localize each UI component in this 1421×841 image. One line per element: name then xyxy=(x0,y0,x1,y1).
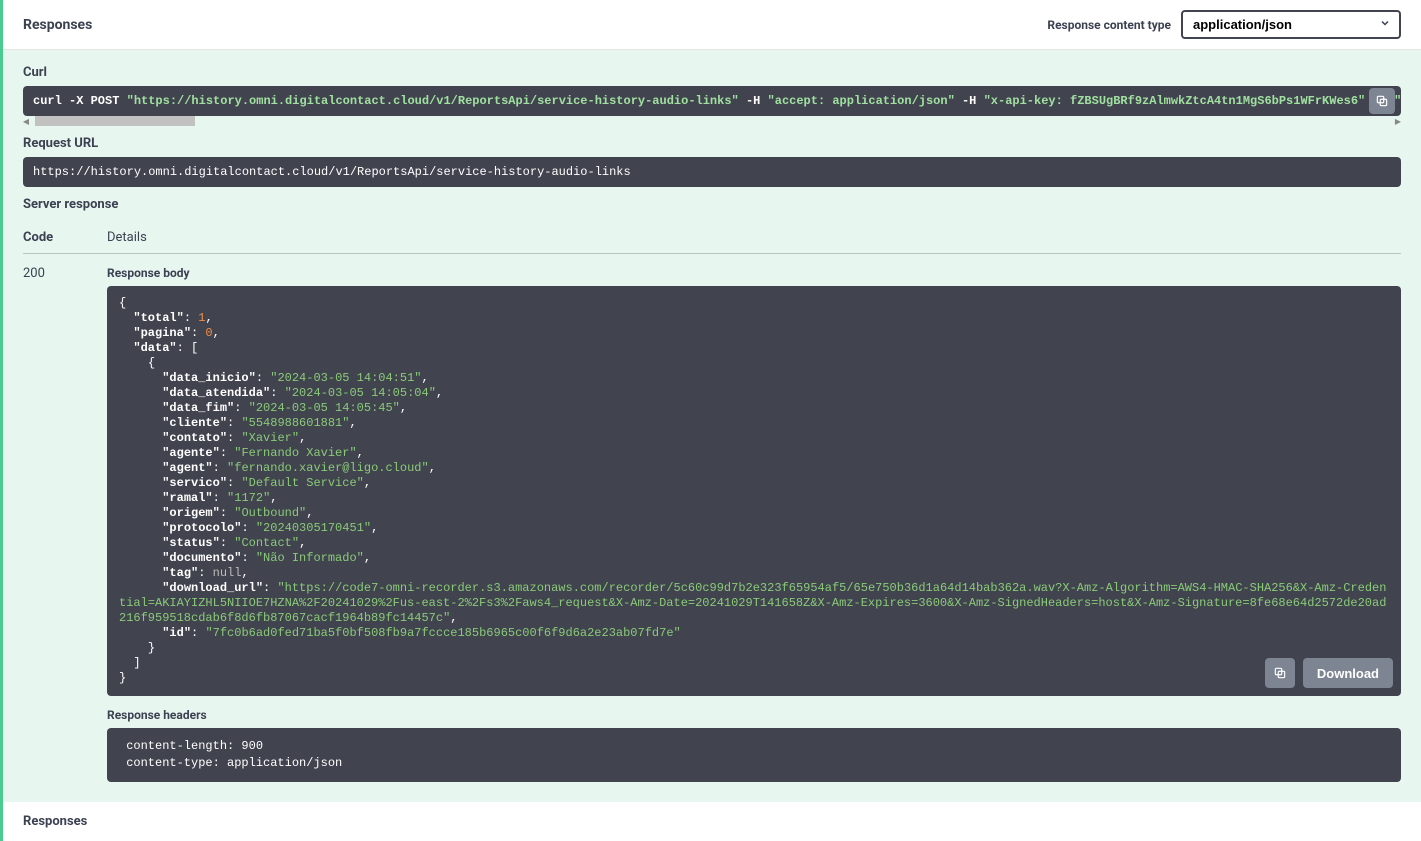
copy-curl-button[interactable] xyxy=(1369,88,1395,114)
curl-flag: -H xyxy=(746,94,760,108)
response-headers: content-length: 900 content-type: applic… xyxy=(107,728,1401,782)
curl-header: "x-api-key: fZBSUgBRf9zAlmwkZtcA4tn1MgS6… xyxy=(984,94,1366,108)
curl-header: "Authorization: xyxy=(1394,94,1401,108)
clipboard-icon xyxy=(1375,94,1389,108)
curl-prefix: curl -X POST xyxy=(33,94,119,108)
header-line: content-type: application/json xyxy=(119,756,349,770)
copy-response-button[interactable] xyxy=(1265,658,1295,688)
scrollbar-thumb[interactable] xyxy=(35,116,195,126)
request-url-value: https://history.omni.digitalcontact.clou… xyxy=(23,157,1401,187)
response-body-actions: Download xyxy=(1265,658,1393,688)
json-value: Default Service xyxy=(249,476,357,490)
curl-flag: -H xyxy=(962,94,976,108)
json-value: null xyxy=(213,566,242,580)
content-type-label: Response content type xyxy=(1047,18,1171,32)
code-column-header: Code xyxy=(23,230,107,245)
json-value: https://code7-omni-recorder.s3.amazonaws… xyxy=(119,581,1386,625)
json-value: Contact xyxy=(241,536,291,550)
responses-title: Responses xyxy=(23,17,92,33)
content-type-select[interactable]: application/json xyxy=(1181,10,1401,39)
curl-scrollbar[interactable]: ◀ ▶ xyxy=(23,116,1401,126)
json-value: 0 xyxy=(205,326,212,340)
json-value: 5548988601881 xyxy=(249,416,343,430)
scroll-right-icon: ▶ xyxy=(1393,116,1403,126)
response-headers-label: Response headers xyxy=(107,708,1401,722)
request-url-label: Request URL xyxy=(23,136,1401,151)
json-value: Outbound xyxy=(241,506,299,520)
server-response-label: Server response xyxy=(23,197,1401,212)
json-value: 20240305170451 xyxy=(263,521,364,535)
json-value: 2024-03-05 14:05:04 xyxy=(292,386,429,400)
response-details: Response body { "total": 1, "pagina": 0,… xyxy=(107,266,1401,782)
response-body-label: Response body xyxy=(107,266,1401,280)
json-value: 2024-03-05 14:05:45 xyxy=(256,401,393,415)
curl-url: "https://history.omni.digitalcontact.clo… xyxy=(127,94,739,108)
json-value: fernando.xavier@ligo.cloud xyxy=(234,461,421,475)
header-line: content-length: 900 xyxy=(119,739,270,753)
curl-header: "accept: application/json" xyxy=(768,94,955,108)
content-type-wrap: Response content type application/json xyxy=(1047,10,1401,39)
json-value: Fernando Xavier xyxy=(241,446,349,460)
curl-command: curl -X POST "https://history.omni.digit… xyxy=(23,86,1401,116)
curl-label: Curl xyxy=(23,65,1401,80)
clipboard-icon xyxy=(1273,666,1287,680)
json-value: Não Informado xyxy=(263,551,357,565)
status-code: 200 xyxy=(23,266,107,782)
download-button[interactable]: Download xyxy=(1303,658,1393,688)
json-value: 2024-03-05 14:04:51 xyxy=(277,371,414,385)
json-value: Xavier xyxy=(249,431,292,445)
scroll-left-icon: ◀ xyxy=(21,116,31,126)
responses-panel: Curl curl -X POST "https://history.omni.… xyxy=(3,50,1421,802)
response-table-header: Code Details xyxy=(23,230,1401,254)
details-column-header: Details xyxy=(107,230,147,245)
json-value: 1172 xyxy=(234,491,263,505)
responses-header: Responses Response content type applicat… xyxy=(3,0,1421,50)
curl-wrap: curl -X POST "https://history.omni.digit… xyxy=(23,86,1401,126)
responses-footer-label: Responses xyxy=(3,802,1421,841)
response-body: { "total": 1, "pagina": 0, "data": [ { "… xyxy=(107,286,1401,696)
response-row: 200 Response body { "total": 1, "pagina"… xyxy=(23,254,1401,782)
json-value: 7fc0b6ad0fed71ba5f0bf508fb9a7fccce185b69… xyxy=(213,626,674,640)
